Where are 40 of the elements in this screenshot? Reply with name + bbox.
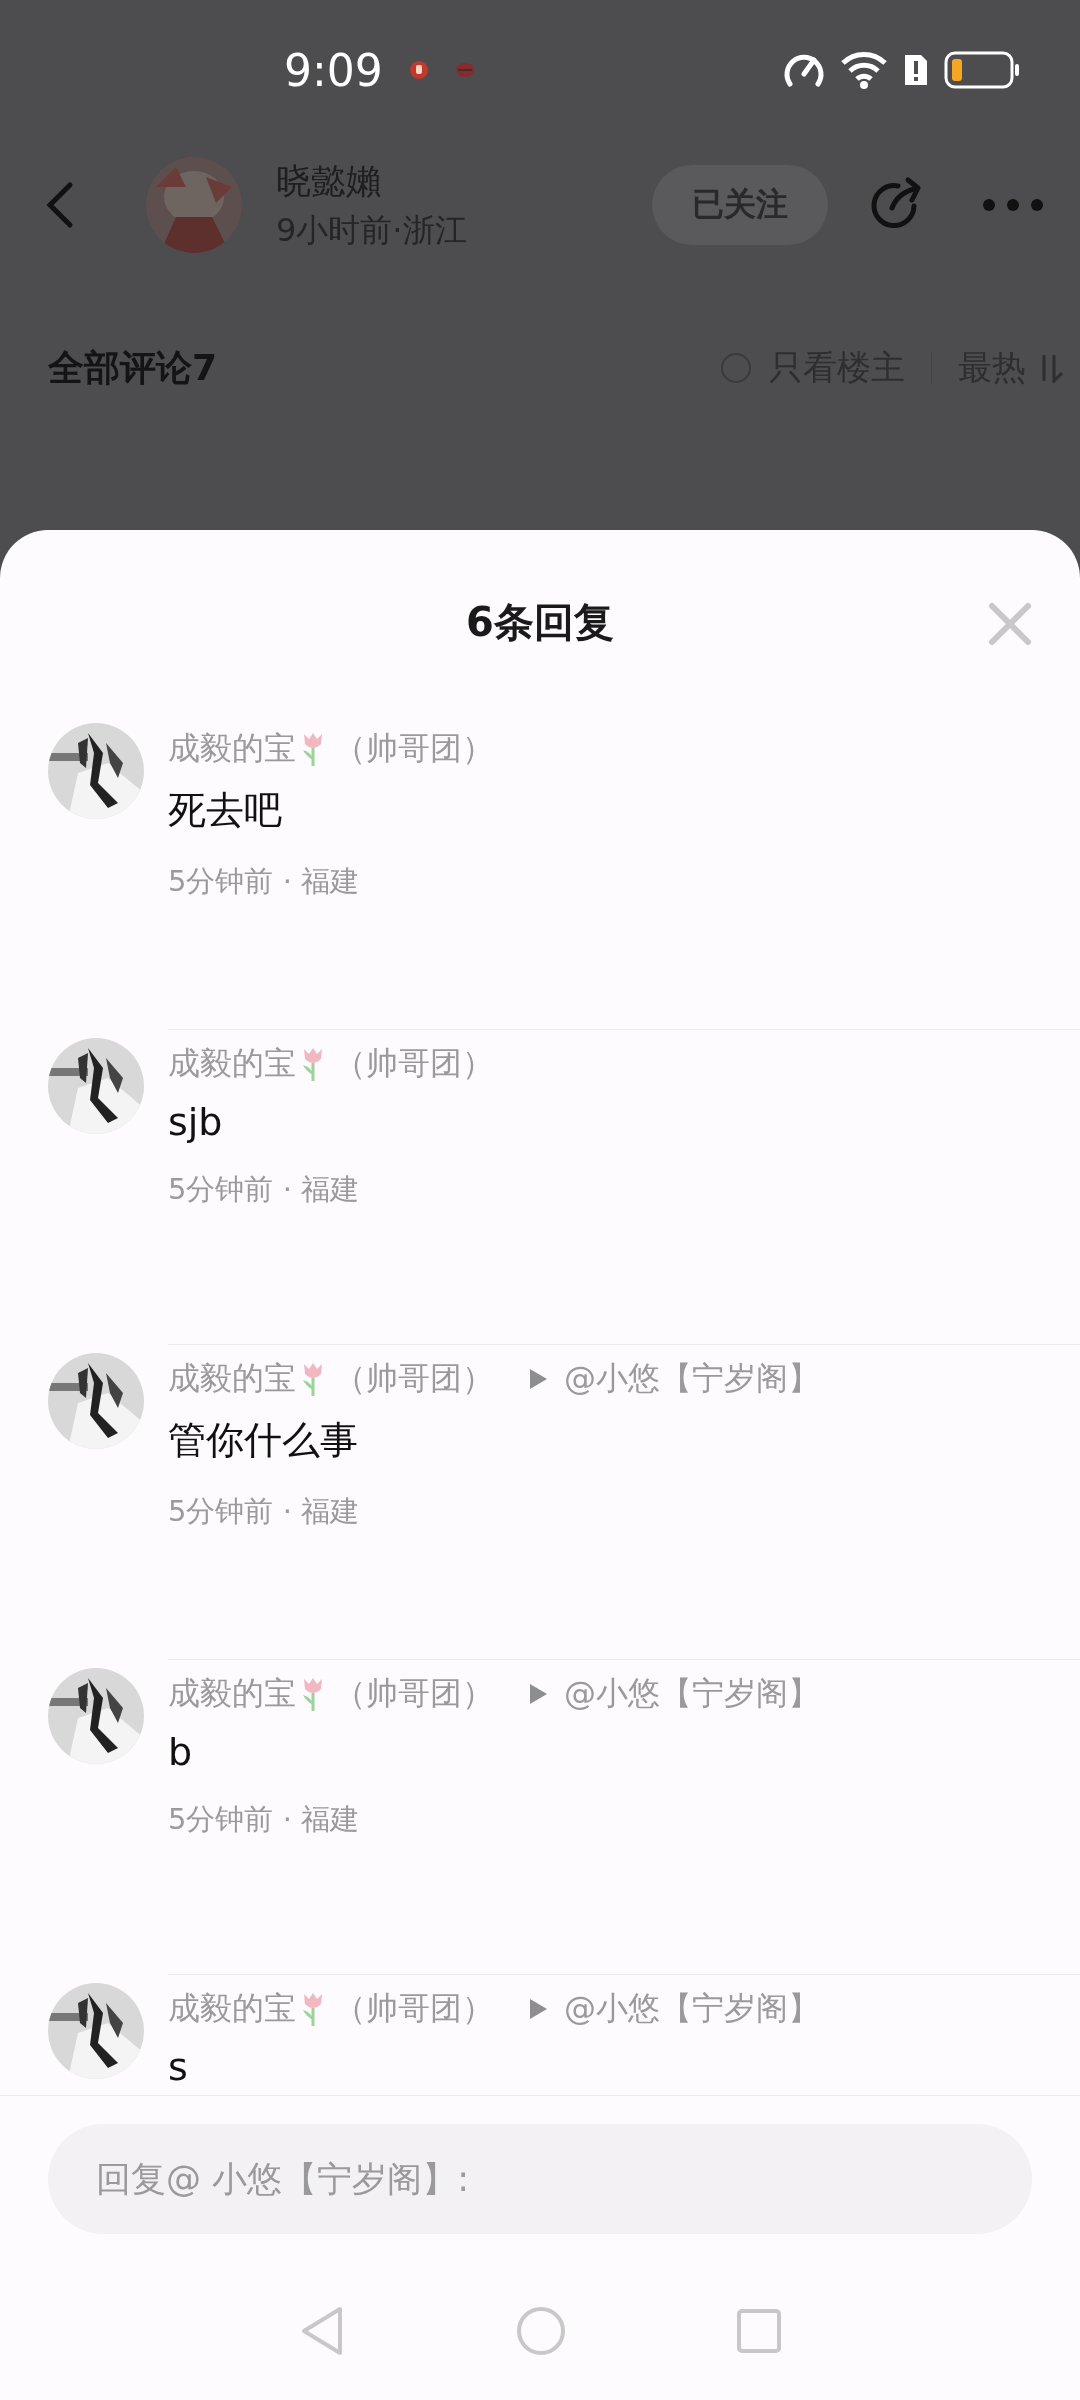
- sort-icon: [1040, 353, 1064, 383]
- reply-target[interactable]: @小悠【宁岁阁】: [564, 1672, 820, 1716]
- user-name[interactable]: 成毅的宝: [168, 1672, 296, 1716]
- reply-text: sjb: [168, 1100, 224, 1144]
- reply-meta: 5分钟前 · 福建: [168, 863, 361, 900]
- user-name[interactable]: 成毅的宝: [168, 1987, 296, 2031]
- user-name[interactable]: 成毅的宝: [168, 1357, 296, 1401]
- group-tag: （帅哥团）: [334, 1672, 494, 1716]
- wifi-icon: [840, 50, 888, 90]
- reply-text: b: [168, 1730, 194, 1774]
- reply-meta: 5分钟前 · 福建: [168, 1171, 361, 1208]
- reply-text: s: [168, 2045, 189, 2089]
- user-name[interactable]: 成毅的宝: [168, 1042, 296, 1086]
- reply-meta: 5分钟前 · 福建: [168, 1801, 361, 1838]
- reply-meta: 5分钟前 · 福建: [168, 1493, 361, 1530]
- reply-text: 死去吧: [168, 787, 283, 834]
- group-tag: （帅哥团）: [334, 1357, 494, 1401]
- sim-alert-icon: [902, 52, 930, 88]
- group-tag: （帅哥团）: [334, 1042, 494, 1086]
- notification-icon: [454, 61, 475, 79]
- notification-icon: [408, 60, 429, 80]
- home-icon[interactable]: [516, 2305, 566, 2356]
- recents-icon[interactable]: [736, 2307, 782, 2354]
- back-icon[interactable]: [44, 181, 74, 229]
- reply-text: 管你什么事: [168, 1417, 359, 1464]
- battery-icon: [944, 51, 1020, 89]
- reply-arrow-icon: [528, 1683, 548, 1705]
- reply-input[interactable]: 回复@ 小悠【宁岁阁】:: [48, 2123, 1032, 2234]
- sheet-title: 6条回复: [466, 598, 614, 647]
- reply-arrow-icon: [528, 1998, 548, 2020]
- comments-title: 全部评论7: [48, 345, 218, 390]
- close-icon[interactable]: [988, 602, 1032, 646]
- user-name[interactable]: 成毅的宝: [168, 727, 296, 771]
- status-time: 9:09: [284, 44, 383, 96]
- reply-target[interactable]: @小悠【宁岁阁】: [564, 1357, 820, 1401]
- reply-arrow-icon: [528, 1368, 548, 1390]
- reply-target[interactable]: @小悠【宁岁阁】: [564, 1987, 820, 2031]
- more-icon[interactable]: [982, 198, 1044, 212]
- group-tag: （帅哥团）: [334, 727, 494, 771]
- group-tag: （帅哥团）: [334, 1987, 494, 2031]
